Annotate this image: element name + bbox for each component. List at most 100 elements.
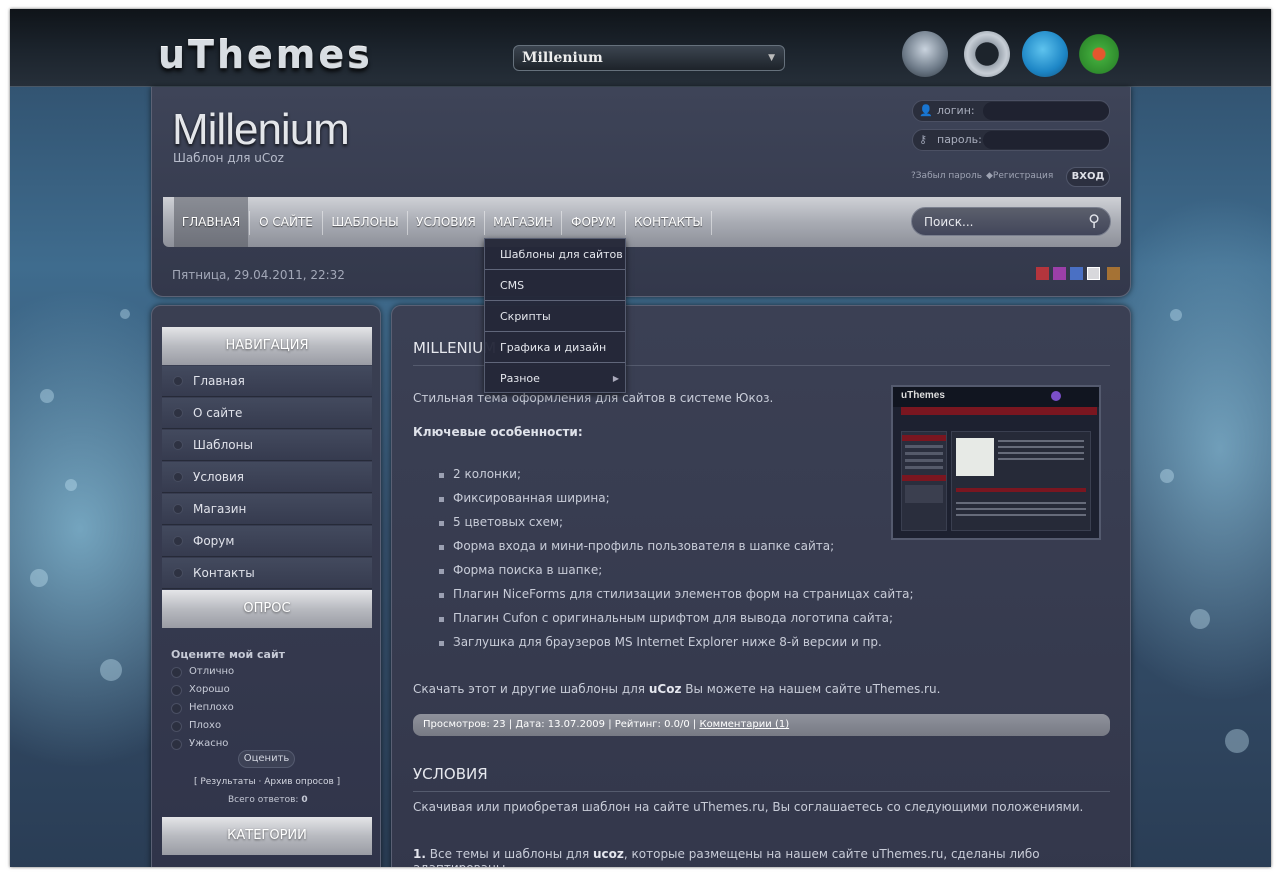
template-preview-image[interactable]: uThemes [891,385,1101,540]
bokeh-decoration [1190,609,1210,629]
menu-item-templates[interactable]: ШАБЛОНЫ [323,197,407,247]
password-field-row: ⚷ пароль: [912,129,1110,151]
entry-meta: Просмотров: 23 | Дата: 13.07.2009 | Рейт… [413,714,1110,736]
bullet-icon [439,593,444,598]
preview-image [956,438,994,476]
radio-icon[interactable] [171,703,182,714]
poll-option[interactable]: Ужасно [171,738,228,750]
feature-item: Форма поиска в шапке; [433,563,602,577]
color-scheme-blue[interactable] [1070,267,1083,280]
bullet-icon [173,408,183,418]
bokeh-decoration [1170,309,1182,321]
password-input[interactable] [983,131,1109,149]
top-bar: uThemes Millenium ▼ [10,9,1271,87]
dropdown-item-cms[interactable]: CMS [485,270,625,301]
login-field-row: 👤 логин: [912,100,1110,122]
ucoz-icon[interactable] [964,31,1010,77]
radio-icon[interactable] [171,739,182,750]
main-menu: ГЛАВНАЯ О САЙТЕ ШАБЛОНЫ УСЛОВИЯ МАГАЗИН … [163,197,1121,247]
bokeh-decoration [65,479,77,491]
bokeh-decoration [1225,729,1249,753]
sidebar-item-forum[interactable]: Форум [162,526,372,557]
uthemes-logo[interactable]: uThemes [158,33,373,77]
site-header: Millenium Шаблон для uCoz 👤 логин: ⚷ пар… [151,87,1131,297]
bullet-icon [439,521,444,526]
bullet-icon [173,504,183,514]
bokeh-decoration [120,309,130,319]
key-icon: ⚷ [919,133,928,146]
bokeh-decoration [100,659,122,681]
preview-menubar [901,407,1097,415]
nav-block-title: НАВИГАЦИЯ [162,327,372,365]
color-scheme-white[interactable] [1087,267,1100,280]
sidebar-item-home[interactable]: Главная [162,366,372,397]
bullet-icon [439,617,444,622]
color-scheme-purple[interactable] [1053,267,1066,280]
theme-select-value: Millenium [522,50,603,66]
poll-total: Всего ответов: 0 [228,795,308,805]
theme-select[interactable]: Millenium ▼ [513,45,785,71]
poll-option[interactable]: Плохо [171,720,221,732]
preview-content [951,431,1091,531]
download-line: Скачать этот и другие шаблоны для uCoz В… [413,682,941,696]
archive-link[interactable]: Архив опросов [264,777,334,787]
poll-option[interactable]: Неплохо [171,702,234,714]
color-scheme-brown[interactable] [1107,267,1120,280]
sidebar-item-about[interactable]: О сайте [162,398,372,429]
dropdown-item-misc[interactable]: Разное ▶ [485,363,625,394]
menu-divider [711,211,712,235]
comments-link[interactable]: Комментарии (1) [699,719,789,730]
sidebar-item-contacts[interactable]: Контакты [162,558,372,589]
bokeh-decoration [40,389,54,403]
menu-item-terms[interactable]: УСЛОВИЯ [408,197,484,247]
icq-flower-icon[interactable] [1076,31,1122,77]
chevron-down-icon: ▼ [768,53,775,63]
feature-item: Плагин Cufon с оригинальным шрифтом для … [433,611,893,625]
site-title[interactable]: Millenium [172,105,350,155]
search-placeholder: Поиск... [924,215,974,229]
categories-block-title: КАТЕГОРИИ [162,817,372,855]
skype-icon[interactable] [1022,31,1068,77]
menu-item-contacts[interactable]: КОНТАКТЫ [626,197,711,247]
dropdown-item-graphics-design[interactable]: Графика и дизайн [485,332,625,363]
radio-icon[interactable] [171,721,182,732]
browser-viewport: uThemes Millenium ▼ Millenium Шаблон для… [10,9,1271,867]
bullet-icon [173,376,183,386]
dropdown-item-scripts[interactable]: Скрипты [485,301,625,332]
login-button[interactable]: ВХОД [1066,167,1110,187]
sidebar-item-templates[interactable]: Шаблоны [162,430,372,461]
poll-question: Оцените мой сайт [171,648,286,661]
site-subtitle: Шаблон для uCoz [173,151,284,165]
shop-dropdown-menu: Шаблоны для сайтов CMS Скрипты Графика и… [484,238,626,393]
bullet-icon [173,440,183,450]
user-icon: 👤 [919,104,933,117]
bullet-icon [173,568,183,578]
terms-title: УСЛОВИЯ [413,765,488,783]
register-link[interactable]: ◆Регистрация [986,171,1053,181]
dropdown-item-site-templates[interactable]: Шаблоны для сайтов [485,239,625,270]
sidebar-item-terms[interactable]: Условия [162,462,372,493]
menu-item-home[interactable]: ГЛАВНАЯ [174,197,248,247]
rainbow-globe-icon[interactable] [902,31,948,77]
forgot-password-link[interactable]: ?Забыл пароль [911,171,982,181]
login-input[interactable] [983,102,1109,120]
bullet-icon [439,545,444,550]
sidebar-item-shop[interactable]: Магазин [162,494,372,525]
color-scheme-red[interactable] [1036,267,1049,280]
poll-option[interactable]: Отлично [171,666,234,678]
results-link[interactable]: Результаты [200,777,255,787]
search-input[interactable]: Поиск... ⚲ [911,207,1111,236]
bullet-icon [439,497,444,502]
vote-button[interactable]: Оценить [238,750,295,768]
menu-item-about[interactable]: О САЙТЕ [250,197,322,247]
radio-icon[interactable] [171,667,182,678]
login-label: логин: [937,104,975,117]
poll-block-title: ОПРОС [162,590,372,628]
date-time: Пятница, 29.04.2011, 22:32 [172,268,345,282]
bokeh-decoration [30,569,48,587]
uthemes-link[interactable]: uThemes.ru [865,682,937,696]
feature-item: 5 цветовых схем; [433,515,563,529]
search-icon[interactable]: ⚲ [1088,211,1100,230]
poll-option[interactable]: Хорошо [171,684,230,696]
radio-icon[interactable] [171,685,182,696]
